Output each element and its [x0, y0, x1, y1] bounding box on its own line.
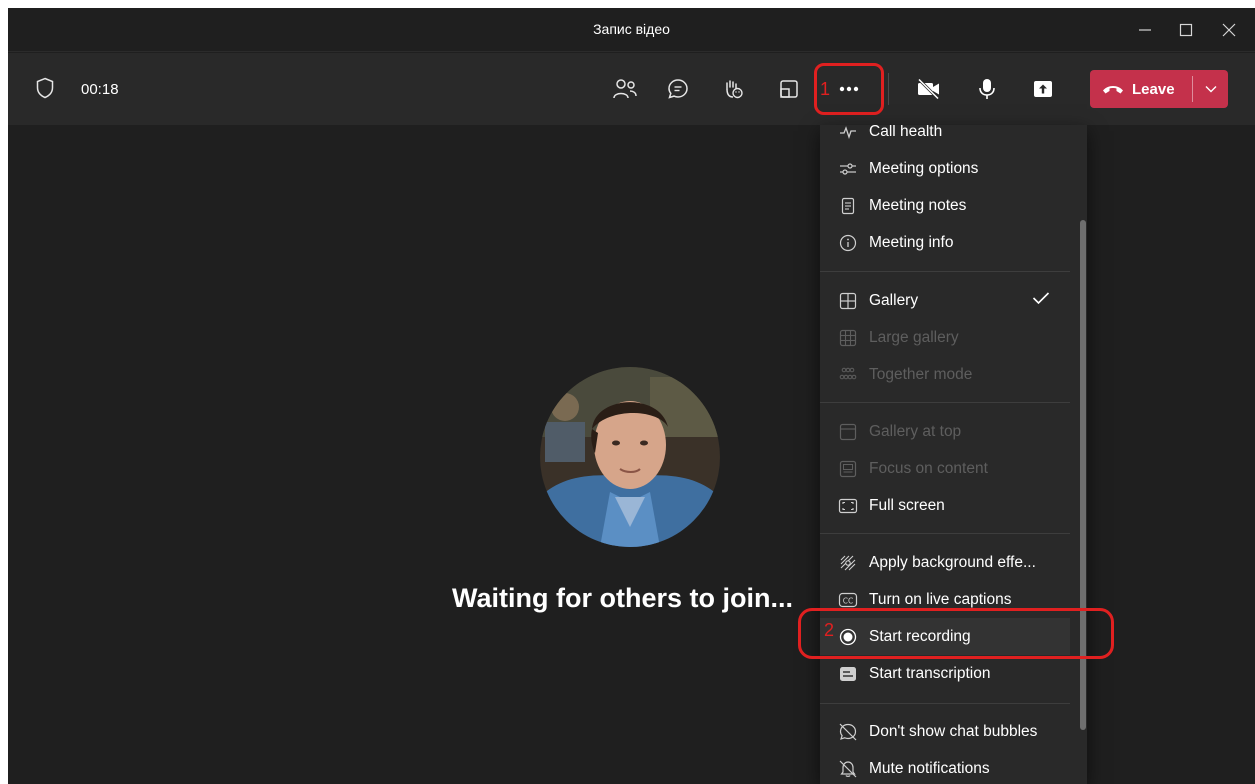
phone-hangup-icon — [1103, 86, 1123, 94]
menu-divider — [820, 703, 1070, 704]
camera-off-icon — [917, 78, 940, 100]
menu-item-label: Mute notifications — [869, 759, 990, 777]
window-title: Запис відео — [593, 21, 670, 37]
menu-item-label: Call health — [869, 125, 943, 140]
focus-icon — [837, 459, 859, 479]
title-bar: Запис відео — [8, 8, 1255, 52]
chevron-down-icon — [1205, 86, 1216, 93]
maximize-icon — [1179, 23, 1193, 37]
share-screen-button[interactable] — [1026, 71, 1060, 107]
maximize-button[interactable] — [1174, 18, 1198, 42]
menu-item-gallery-at-top: Gallery at top — [820, 413, 1070, 450]
annotation-number-1: 1 — [820, 79, 831, 99]
annotation-box-2 — [798, 608, 1114, 659]
gallery-icon — [837, 291, 859, 311]
annotation-number-2: 2 — [824, 620, 835, 640]
menu-item-start-transcription[interactable]: Start transcription — [820, 655, 1070, 692]
toolbar-divider — [888, 73, 889, 105]
minimize-button[interactable] — [1133, 18, 1157, 42]
reactions-button[interactable] — [716, 71, 750, 107]
close-icon — [1222, 23, 1236, 37]
gallery-top-icon — [837, 422, 859, 442]
leave-button[interactable]: Leave — [1090, 70, 1192, 108]
together-mode-icon — [837, 365, 859, 385]
menu-item-label: Focus on content — [869, 459, 988, 477]
notes-icon — [837, 196, 859, 216]
menu-item-label: Turn on live captions — [869, 590, 1012, 608]
menu-item-label: Large gallery — [869, 328, 959, 346]
menu-item-meeting-info[interactable]: Meeting info — [820, 224, 1070, 261]
menu-item-focus-on-content: Focus on content — [820, 450, 1070, 487]
menu-item-label: Meeting notes — [869, 196, 967, 214]
people-icon — [613, 79, 637, 99]
chat-bubbles-off-icon — [837, 722, 859, 742]
menu-item-gallery[interactable]: Gallery — [820, 282, 1070, 319]
share-screen-icon — [1034, 81, 1052, 97]
mic-toggle-button[interactable] — [970, 71, 1004, 107]
pulse-icon — [837, 125, 859, 142]
menu-item-label: Full screen — [869, 496, 945, 514]
avatar — [540, 367, 720, 547]
menu-item-mute-notifications[interactable]: Mute notifications — [820, 750, 1070, 784]
waiting-message: Waiting for others to join... — [452, 583, 793, 613]
background-effects-icon — [837, 553, 859, 573]
menu-item-label: Gallery at top — [869, 422, 962, 440]
share-tray-button[interactable] — [772, 71, 806, 107]
menu-item-background-effects[interactable]: Apply background effe... — [820, 544, 1070, 581]
menu-item-meeting-options[interactable]: Meeting options — [820, 150, 1070, 187]
menu-item-label: Apply background effe... — [869, 553, 1036, 571]
info-icon — [837, 233, 859, 253]
menu-item-label: Don't show chat bubbles — [869, 722, 1038, 740]
more-actions-menu: Call health Meeting options Meeting note… — [820, 125, 1087, 784]
menu-item-label: Gallery — [869, 291, 919, 309]
menu-item-label: Start transcription — [869, 664, 991, 682]
fullscreen-icon — [837, 496, 859, 516]
transcription-icon — [837, 664, 859, 684]
leave-button-group: Leave — [1090, 70, 1228, 108]
menu-item-together-mode: Together mode — [820, 356, 1070, 393]
menu-divider — [820, 402, 1070, 403]
mic-icon — [979, 79, 995, 99]
people-button[interactable] — [608, 71, 642, 107]
checkmark-icon — [1032, 291, 1050, 310]
share-tray-icon — [780, 80, 798, 98]
camera-toggle-button[interactable] — [912, 71, 946, 107]
sliders-icon — [837, 159, 859, 179]
svg-text:CC: CC — [843, 596, 853, 605]
bell-off-icon — [837, 759, 859, 779]
menu-item-label: Meeting options — [869, 159, 979, 177]
chat-icon — [668, 79, 688, 99]
large-gallery-icon — [837, 328, 859, 348]
menu-item-full-screen[interactable]: Full screen — [820, 487, 1070, 524]
menu-item-large-gallery: Large gallery — [820, 319, 1070, 356]
captions-icon: CC — [837, 590, 859, 610]
chat-button[interactable] — [661, 71, 695, 107]
menu-item-chat-bubbles[interactable]: Don't show chat bubbles — [820, 713, 1070, 750]
menu-divider — [820, 271, 1070, 272]
menu-item-meeting-notes[interactable]: Meeting notes — [820, 187, 1070, 224]
raise-hand-icon — [726, 80, 743, 99]
minimize-icon — [1139, 29, 1151, 31]
shield-icon — [36, 77, 54, 104]
leave-label: Leave — [1132, 80, 1175, 98]
menu-item-label: Meeting info — [869, 233, 954, 251]
call-toolbar: 00:18 1 Leave — [8, 53, 1255, 125]
close-button[interactable] — [1217, 18, 1241, 42]
call-timer: 00:18 — [81, 81, 119, 98]
menu-item-label: Together mode — [869, 365, 973, 383]
menu-divider — [820, 533, 1070, 534]
menu-item-call-health[interactable]: Call health — [820, 125, 1070, 150]
leave-options-button[interactable] — [1193, 70, 1228, 108]
teams-meeting-window: Запис відео 00:18 1 Leave Waiting for ot… — [8, 8, 1255, 784]
